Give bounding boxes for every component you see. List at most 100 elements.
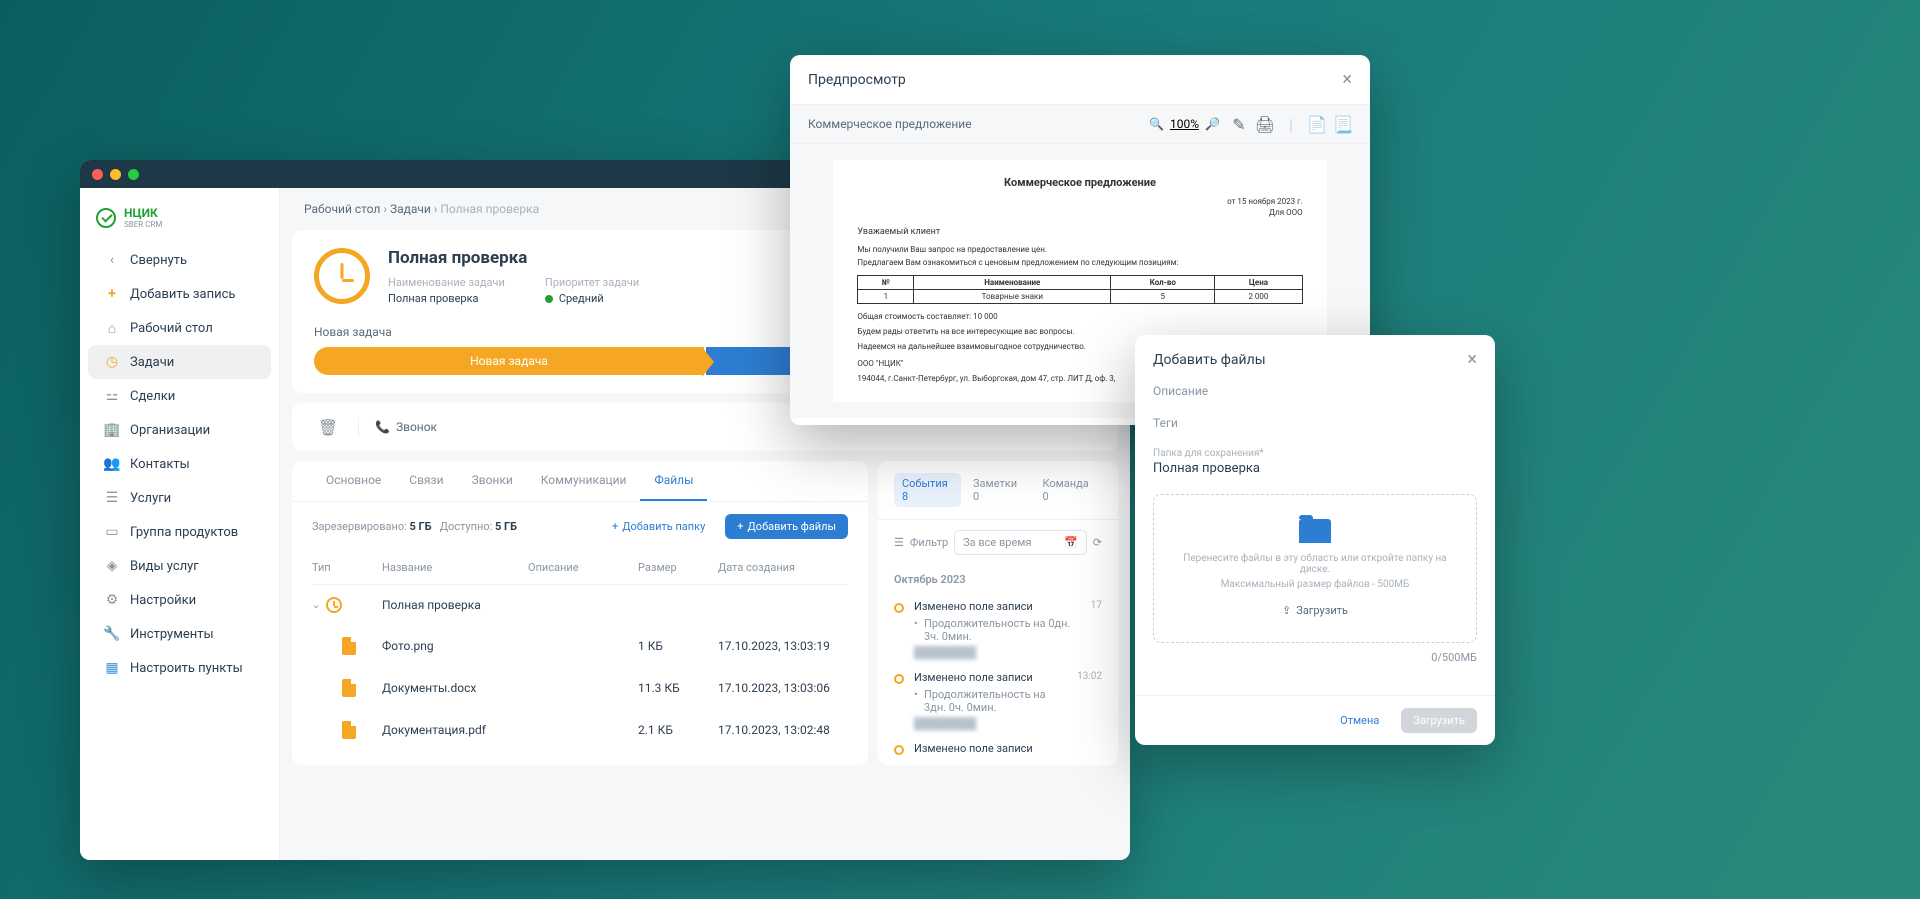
preview-close-button[interactable]: × <box>1342 69 1352 90</box>
tab-main[interactable]: Основное <box>312 461 395 501</box>
sidebar-tasks[interactable]: ◷Задачи <box>88 345 271 379</box>
logo: НЦИК SBER CRM <box>80 198 279 243</box>
call-button[interactable]: 📞Звонок <box>375 420 437 434</box>
zoom-in-icon[interactable]: 🔎 <box>1205 117 1220 131</box>
task-name-label: Наименование задачи <box>388 276 505 289</box>
home-icon: ⌂ <box>104 320 120 336</box>
drop-zone[interactable]: Перенесите файлы в эту область или откро… <box>1153 494 1477 643</box>
sidebar-desktop[interactable]: ⌂Рабочий стол <box>88 311 271 345</box>
tags-label[interactable]: Теги <box>1153 416 1477 430</box>
filter-select[interactable]: За все время📅 <box>954 530 1087 555</box>
event-blurred: ████████ <box>914 717 1067 730</box>
add-folder-button[interactable]: +Добавить папку <box>600 514 717 539</box>
right-tabs: События 8 Заметки 0 Команда 0 <box>878 461 1118 520</box>
tab-files[interactable]: Файлы <box>640 461 707 501</box>
export-pdf-icon[interactable]: 📄 <box>1308 115 1326 133</box>
table-row[interactable]: Фото.png 1 КБ 17.10.2023, 13:03:19 <box>312 625 848 667</box>
wrench-icon: 🔧 <box>104 626 120 642</box>
upload-close-button[interactable]: × <box>1467 349 1477 370</box>
add-files-button[interactable]: +Добавить файлы <box>725 514 848 539</box>
sidebar-orgs[interactable]: 🏢Организации <box>88 413 271 447</box>
edit-icon[interactable]: ✎ <box>1230 115 1248 133</box>
desc-label[interactable]: Описание <box>1153 384 1477 398</box>
tabs: Основное Связи Звонки Коммуникации Файлы <box>292 461 868 502</box>
event-item: Изменено поле записи Продолжительность н… <box>878 594 1118 665</box>
doc-date: от 15 ноября 2023 г. <box>857 197 1302 206</box>
folder-value[interactable]: Полная проверка <box>1153 461 1477 476</box>
breadcrumb-current: Полная проверка <box>440 202 539 216</box>
sidebar: НЦИК SBER CRM ‹Свернуть +Добавить запись… <box>80 188 280 860</box>
stage-new[interactable]: Новая задача <box>314 347 704 375</box>
clock-icon: ◷ <box>104 354 120 370</box>
preview-title: Предпросмотр <box>808 72 906 88</box>
breadcrumb-tasks[interactable]: Задачи <box>390 202 431 216</box>
refresh-icon[interactable]: ⟳ <box>1093 536 1102 549</box>
chevron-down-icon[interactable]: ⌄ <box>312 600 320 611</box>
sidebar-add[interactable]: +Добавить запись <box>88 277 271 311</box>
folder-clock-icon <box>326 597 342 613</box>
tab-calls[interactable]: Звонки <box>458 461 527 501</box>
plus-icon: + <box>612 520 618 533</box>
col-name: Название <box>382 561 528 574</box>
doc-total: Общая стоимость составляет: 10 000 <box>857 312 1302 321</box>
sidebar-tools[interactable]: 🔧Инструменты <box>88 617 271 651</box>
sidebar-products[interactable]: ▭Группа продуктов <box>88 515 271 549</box>
priority-dot-icon <box>545 295 553 303</box>
table-row[interactable]: Документация.pdf 2.1 КБ 17.10.2023, 13:0… <box>312 709 848 751</box>
cancel-button[interactable]: Отмена <box>1328 708 1391 733</box>
event-item: Изменено поле записи <box>878 736 1118 765</box>
load-button[interactable]: ⇪Загрузить <box>1282 604 1348 617</box>
logo-icon <box>96 208 116 228</box>
file-icon <box>342 721 356 739</box>
preview-doc-name: Коммерческое предложение <box>808 117 972 131</box>
rtab-notes[interactable]: Заметки 0 <box>965 473 1030 507</box>
folder-icon <box>1299 519 1331 543</box>
delete-button[interactable]: 🗑 <box>314 413 342 441</box>
gear-icon: ⚙ <box>104 592 120 608</box>
briefcase-icon: ⚍ <box>104 388 120 404</box>
preview-toolbar: Коммерческое предложение 🔍 100% 🔎 ✎ 🖨 | … <box>790 105 1370 144</box>
sidebar-deals[interactable]: ⚍Сделки <box>88 379 271 413</box>
task-name-value: Полная проверка <box>388 292 505 305</box>
people-icon: 👥 <box>104 456 120 472</box>
file-icon <box>342 637 356 655</box>
filter-row: ☰ Фильтр За все время📅 ⟳ <box>878 520 1118 565</box>
upload-title: Добавить файлы <box>1153 352 1266 368</box>
events-panel: События 8 Заметки 0 Команда 0 ☰ Фильтр З… <box>878 461 1118 765</box>
tag-icon: ◈ <box>104 558 120 574</box>
filter-icon[interactable]: ☰ <box>894 536 904 549</box>
storage-info: Зарезервировано: 5 ГБ Доступно: 5 ГБ +До… <box>292 502 868 551</box>
rtab-team[interactable]: Команда 0 <box>1034 473 1102 507</box>
building-icon: 🏢 <box>104 422 120 438</box>
table-row[interactable]: Документы.docx 11.3 КБ 17.10.2023, 13:03… <box>312 667 848 709</box>
window-min-dot[interactable] <box>110 169 121 180</box>
plus-icon: + <box>737 520 743 533</box>
zoom-out-icon[interactable]: 🔍 <box>1149 117 1164 131</box>
submit-button[interactable]: Загрузить <box>1401 708 1477 733</box>
doc-salutation: Уважаемый клиент <box>857 227 1302 237</box>
files-panel: Основное Связи Звонки Коммуникации Файлы… <box>292 461 868 765</box>
window-close-dot[interactable] <box>92 169 103 180</box>
task-clock-icon <box>314 248 370 304</box>
sidebar-servicetypes[interactable]: ◈Виды услуг <box>88 549 271 583</box>
collapse-button[interactable]: ‹Свернуть <box>88 243 271 277</box>
rtab-events[interactable]: События 8 <box>894 473 961 507</box>
print-icon[interactable]: 🖨 <box>1256 115 1274 133</box>
tab-links[interactable]: Связи <box>395 461 457 501</box>
logo-title: НЦИК <box>124 206 162 220</box>
sidebar-services[interactable]: ☰Услуги <box>88 481 271 515</box>
table-row[interactable]: ⌄ Полная проверка <box>312 585 848 625</box>
sidebar-contacts[interactable]: 👥Контакты <box>88 447 271 481</box>
breadcrumb-root[interactable]: Рабочий стол <box>304 202 380 216</box>
export-doc-icon[interactable]: 📃 <box>1334 115 1352 133</box>
sidebar-settings[interactable]: ⚙Настройки <box>88 583 271 617</box>
task-title: Полная проверка <box>388 248 639 268</box>
zoom-value[interactable]: 100% <box>1170 117 1199 131</box>
tab-comm[interactable]: Коммуникации <box>527 461 641 501</box>
sidebar-customize[interactable]: ▦Настроить пункты <box>88 651 271 685</box>
window-max-dot[interactable] <box>128 169 139 180</box>
col-desc: Описание <box>528 561 638 574</box>
event-dot-icon <box>894 674 904 684</box>
upload-icon: ⇪ <box>1282 604 1291 617</box>
trash-icon: 🗑 <box>318 418 338 437</box>
